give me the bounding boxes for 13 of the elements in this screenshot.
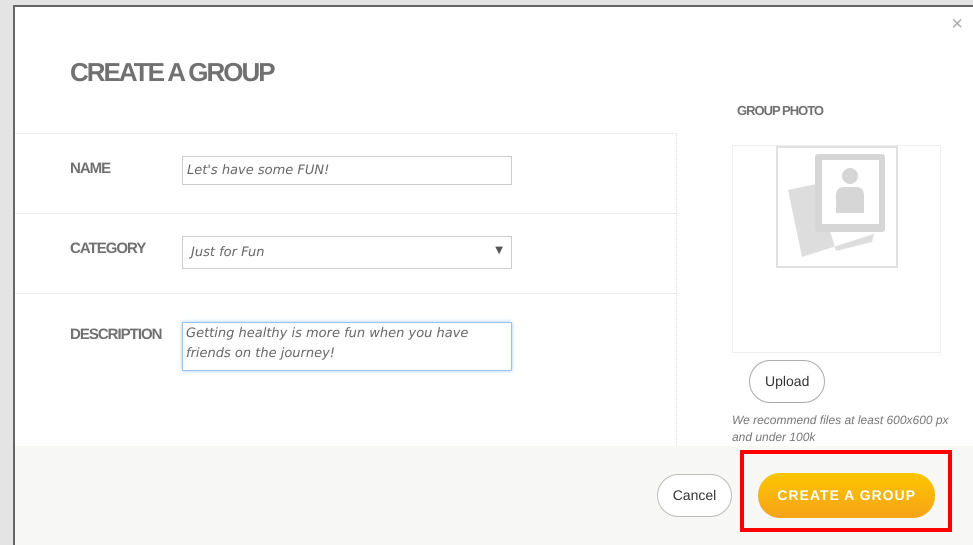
upload-button[interactable]: Upload — [749, 360, 826, 402]
cancel-button[interactable]: Cancel — [656, 474, 732, 518]
description-field[interactable]: Getting healthy is more fun when you have friends on the journey! — [182, 322, 512, 370]
field-label: NAME — [70, 158, 112, 178]
category-dropdown[interactable]: Just for Fun ▼ — [182, 236, 512, 269]
dropdown-caret-icon: ▼ — [495, 242, 503, 262]
dialog-title: CREATE A GROUP — [70, 57, 274, 88]
photo-heading: GROUP PHOTO — [737, 102, 824, 120]
field-label: DESCRIPTION — [70, 324, 163, 344]
name-field[interactable]: Let's have some FUN! — [182, 156, 512, 185]
upload-hint: We recommend files at least 600x600 px and under 100k — [732, 412, 950, 446]
person-photo-icon — [776, 146, 898, 268]
field-label: CATEGORY — [70, 238, 147, 258]
